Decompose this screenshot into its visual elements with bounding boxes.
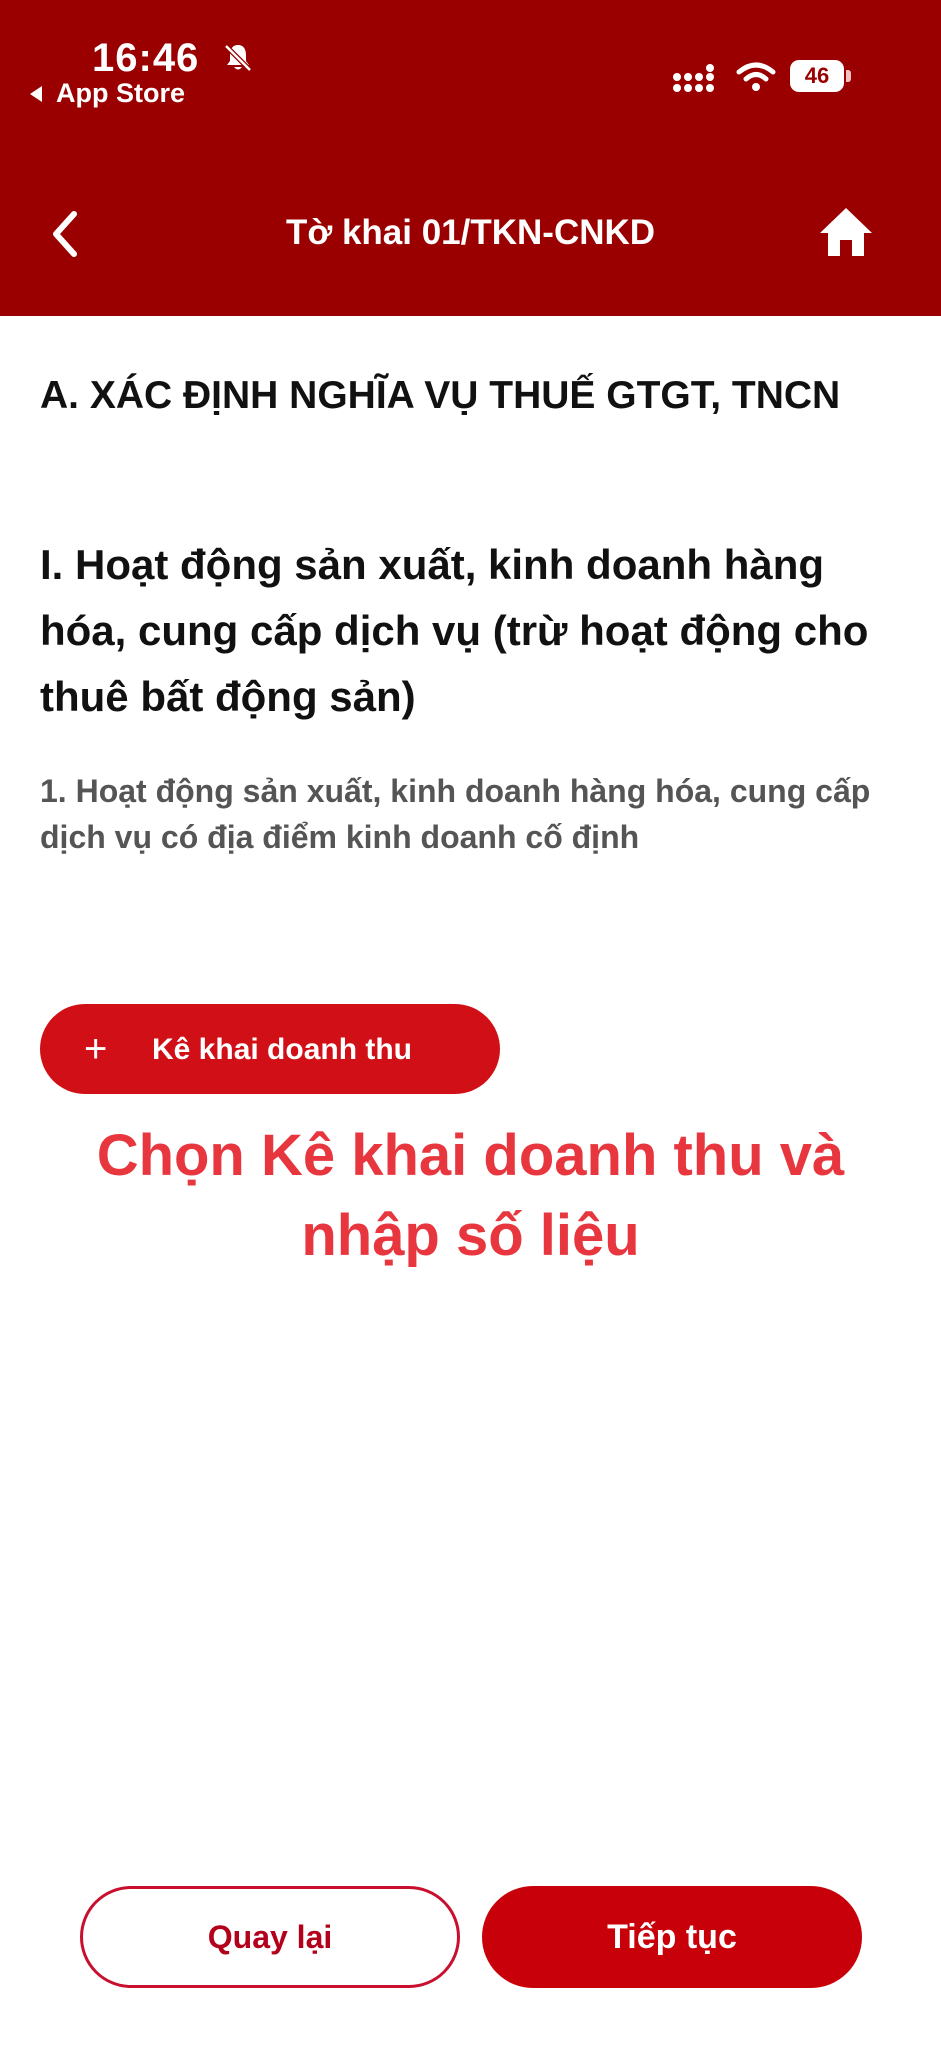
wifi-icon: [736, 62, 776, 91]
section-a-heading: A. XÁC ĐỊNH NGHĨA VỤ THUẾ GTGT, TNCN: [40, 374, 841, 417]
battery-level: 46: [790, 60, 844, 92]
battery-icon: 46: [790, 60, 852, 94]
instruction-annotation: Chọn Kê khai doanh thu và nhập số liệu: [0, 1116, 941, 1276]
home-icon[interactable]: [818, 206, 874, 258]
section-i-heading: I. Hoạt động sản xuất, kinh doanh hàng h…: [40, 541, 869, 720]
plus-icon: +: [84, 1027, 108, 1071]
app-header: 16:46 App Store 46 Tờ khai 01/TKN-CNKD: [0, 0, 941, 316]
battery-tip: [846, 70, 851, 82]
signal-icon: [673, 64, 714, 92]
declare-revenue-label: Kê khai doanh thu: [152, 1033, 413, 1066]
status-time: 16:46: [92, 36, 200, 80]
next-button[interactable]: Tiếp tục: [482, 1886, 862, 1988]
back-to-app-arrow-icon[interactable]: [30, 86, 42, 102]
back-button[interactable]: Quay lại: [80, 1886, 460, 1988]
annotation-line-1: Chọn Kê khai doanh thu và: [96, 1123, 845, 1188]
annotation-line-2: nhập số liệu: [301, 1203, 640, 1268]
declare-revenue-button[interactable]: + Kê khai doanh thu: [40, 1004, 500, 1094]
back-to-app-label[interactable]: App Store: [56, 78, 185, 109]
page-title: Tờ khai 01/TKN-CNKD: [285, 213, 656, 252]
subsection-1-heading: 1. Hoạt động sản xuất, kinh doanh hàng h…: [40, 773, 871, 855]
chevron-left-icon[interactable]: [44, 206, 88, 262]
bell-off-icon: [224, 44, 252, 72]
